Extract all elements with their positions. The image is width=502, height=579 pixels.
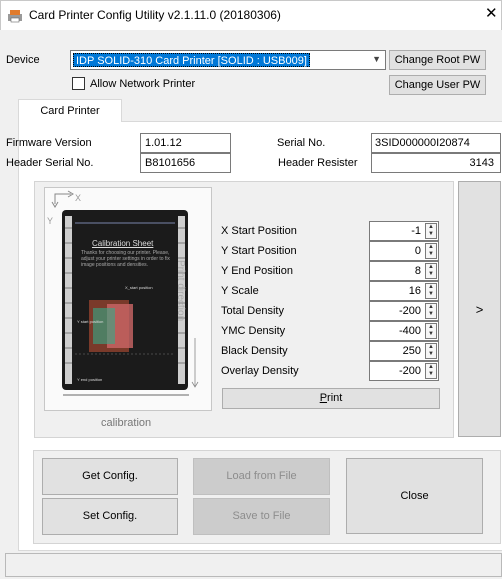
ymc-density-spinner[interactable]: -400 ▲ ▼ [369, 321, 439, 341]
print-button-label: Print [319, 392, 343, 404]
next-page-button[interactable]: > [458, 181, 501, 437]
spinner-value: -200 [398, 305, 421, 317]
param-label-y-start: Y Start Position [221, 245, 297, 257]
firmware-version-label: Firmware Version [6, 137, 92, 149]
spinner-value: 8 [414, 265, 421, 277]
y-scale-spinner[interactable]: 16 ▲ ▼ [369, 281, 439, 301]
spin-arrows-icon[interactable]: ▲ ▼ [425, 303, 437, 319]
param-label-y-scale: Y Scale [221, 285, 259, 297]
total-density-spinner[interactable]: -200 ▲ ▼ [369, 301, 439, 321]
black-density-spinner[interactable]: 250 ▲ ▼ [369, 341, 439, 361]
serial-no-field: 3SID000000I20874 [371, 133, 501, 153]
allow-network-label: Allow Network Printer [90, 78, 196, 90]
close-button[interactable]: Close [346, 458, 483, 534]
status-bar [5, 553, 502, 577]
y-end-note: Y end position [77, 377, 103, 382]
calibration-sheet-image [51, 190, 199, 396]
allow-network-checkbox[interactable] [72, 77, 85, 90]
x-start-note: X_start position [125, 285, 153, 290]
spin-arrows-icon[interactable]: ▲ ▼ [425, 263, 437, 279]
header-resister-field: 3143 [371, 153, 501, 173]
spinner-value: -200 [398, 365, 421, 377]
load-from-file-button[interactable]: Load from File [193, 458, 330, 495]
calibration-sheet-title: Calibration Sheet [92, 239, 154, 248]
y-axis-label: Y [47, 216, 54, 226]
header-serial-field: B8101656 [140, 153, 231, 173]
chevron-down-icon[interactable]: ▼ [372, 54, 381, 64]
spin-arrows-icon[interactable]: ▲ ▼ [425, 343, 437, 359]
get-config-button[interactable]: Get Config. [42, 458, 178, 495]
param-label-ymc-density: YMC Density [221, 325, 286, 337]
spinner-value: 16 [408, 285, 421, 297]
spinner-value: 0 [414, 245, 421, 257]
spinner-value: 250 [402, 345, 421, 357]
printer-app-icon [8, 10, 22, 23]
save-to-file-button[interactable]: Save to File [193, 498, 330, 535]
y-start-note: Y start position [77, 319, 104, 324]
serial-no-label: Serial No. [277, 137, 326, 149]
overlay-density-spinner[interactable]: -200 ▲ ▼ [369, 361, 439, 381]
close-window-icon[interactable]: ✕ [485, 6, 498, 22]
device-combobox[interactable]: IDP SOLID-310 Card Printer [SOLID : USB0… [70, 50, 386, 70]
set-config-button[interactable]: Set Config. [42, 498, 178, 535]
print-button[interactable]: Print [222, 388, 440, 409]
chevron-right-icon: > [475, 301, 484, 317]
change-root-pw-button[interactable]: Change Root PW [389, 50, 486, 70]
header-resister-label: Header Resister [278, 157, 358, 169]
calibration-sheet-text: Thanks for choosing our printer. Please,… [81, 250, 170, 268]
device-label: Device [6, 54, 40, 66]
y-end-spinner[interactable]: 8 ▲ ▼ [369, 261, 439, 281]
spin-arrows-icon[interactable]: ▲ ▼ [425, 223, 437, 239]
calibration-preview: X Y Calibration Sheet Thanks for choosin… [44, 187, 212, 411]
spin-arrows-icon[interactable]: ▲ ▼ [425, 283, 437, 299]
window-title: Card Printer Config Utility v2.1.11.0 (2… [29, 8, 281, 22]
param-label-total-density: Total Density [221, 305, 284, 317]
param-label-x-start: X Start Position [221, 225, 297, 237]
firmware-version-field: 1.01.12 [140, 133, 231, 153]
title-bar: Card Printer Config Utility v2.1.11.0 (2… [0, 0, 502, 30]
param-label-black-density: Black Density [221, 345, 288, 357]
x-axis-label: X [75, 193, 82, 203]
print-access-key: P [319, 392, 328, 404]
spin-arrows-icon[interactable]: ▲ ▼ [425, 363, 437, 379]
y-start-spinner[interactable]: 0 ▲ ▼ [369, 241, 439, 261]
spinner-value: -400 [398, 325, 421, 337]
change-user-pw-button[interactable]: Change User PW [389, 75, 486, 95]
x-start-spinner[interactable]: -1 ▲ ▼ [369, 221, 439, 241]
param-label-overlay-density: Overlay Density [221, 365, 299, 377]
device-selected-value: IDP SOLID-310 Card Printer [SOLID : USB0… [73, 53, 310, 67]
preview-caption: calibration [101, 417, 152, 429]
spinner-value: -1 [411, 225, 421, 237]
spin-arrows-icon[interactable]: ▲ ▼ [425, 323, 437, 339]
tab-card-printer[interactable]: Card Printer [18, 99, 122, 122]
spin-arrows-icon[interactable]: ▲ ▼ [425, 243, 437, 259]
param-label-y-end: Y End Position [221, 265, 293, 277]
print-direction-label: Print direction [175, 260, 186, 322]
header-serial-label: Header Serial No. [6, 157, 94, 169]
